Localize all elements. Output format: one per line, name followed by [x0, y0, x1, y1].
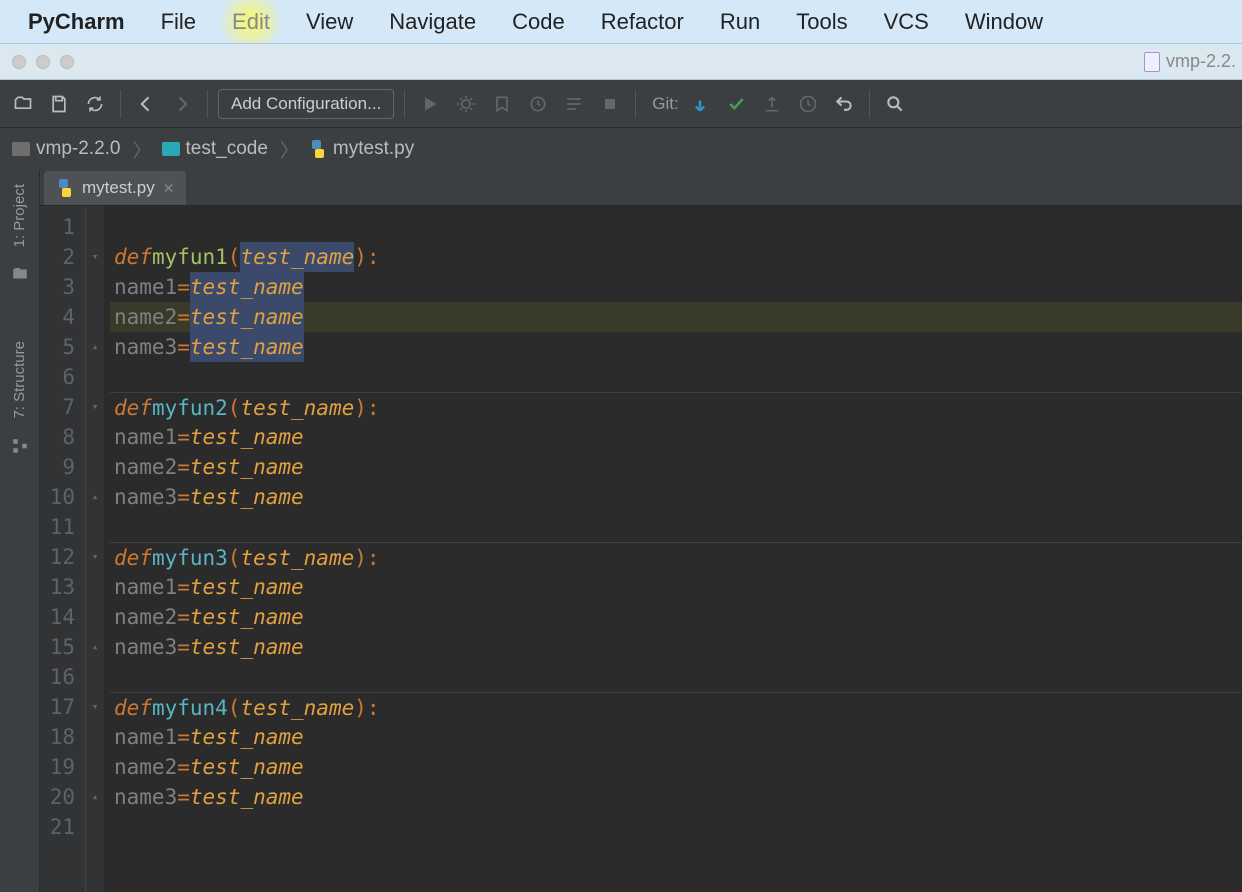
stop-icon[interactable] [595, 89, 625, 119]
back-icon[interactable] [131, 89, 161, 119]
profile-icon[interactable] [523, 89, 553, 119]
project-tool-tab[interactable]: 1: Project [7, 174, 32, 257]
maximize-window-button[interactable] [60, 55, 74, 69]
push-icon[interactable] [757, 89, 787, 119]
menu-item-run[interactable]: Run [702, 0, 778, 43]
menu-item-code[interactable]: Code [494, 0, 583, 43]
sync-icon[interactable] [80, 89, 110, 119]
window-title-text: vmp-2.2. [1166, 51, 1236, 72]
file-icon [1144, 52, 1160, 72]
breadcrumb-item[interactable]: test_code [158, 136, 305, 163]
breadcrumb-item[interactable]: mytest.py [305, 138, 432, 160]
menu-item-refactor[interactable]: Refactor [583, 0, 702, 43]
editor-tab-label: mytest.py [82, 178, 155, 198]
traffic-lights [12, 55, 74, 69]
git-label: Git: [652, 94, 678, 114]
window-title: vmp-2.2. [1144, 51, 1236, 72]
line-number-gutter: 123456789101112131415161718192021 [40, 206, 86, 892]
menu-item-edit[interactable]: Edit [214, 0, 288, 43]
app-name: PyCharm [10, 9, 143, 35]
breadcrumb: vmp-2.2.0 test_code mytest.py [0, 128, 1242, 170]
menu-item-vcs[interactable]: VCS [866, 0, 947, 43]
forward-icon[interactable] [167, 89, 197, 119]
python-icon [56, 179, 74, 197]
separator [120, 90, 121, 118]
folder-icon [162, 142, 180, 156]
code-editor[interactable]: 123456789101112131415161718192021 ▾▴▾▴▾▴… [40, 206, 1242, 892]
python-icon [309, 140, 327, 158]
close-window-button[interactable] [12, 55, 26, 69]
macos-menubar: PyCharm FileEditViewNavigateCodeRefactor… [0, 0, 1242, 44]
concurrency-icon[interactable] [559, 89, 589, 119]
save-icon[interactable] [44, 89, 74, 119]
editor-tabs: mytest.py ✕ [40, 170, 1242, 206]
menu-item-navigate[interactable]: Navigate [371, 0, 494, 43]
editor-area: mytest.py ✕ 1234567891011121314151617181… [40, 170, 1242, 892]
close-tab-icon[interactable]: ✕ [163, 180, 175, 197]
run-icon[interactable] [415, 89, 445, 119]
menu-item-tools[interactable]: Tools [778, 0, 865, 43]
search-icon[interactable] [880, 89, 910, 119]
add-configuration-button[interactable]: Add Configuration... [218, 89, 394, 119]
editor-tab-mytest[interactable]: mytest.py ✕ [44, 171, 186, 205]
menu-item-window[interactable]: Window [947, 0, 1061, 43]
separator [404, 90, 405, 118]
coverage-icon[interactable] [487, 89, 517, 119]
left-sidebar: 1: Project 7: Structure [0, 170, 40, 892]
menu-item-view[interactable]: View [288, 0, 371, 43]
structure-tool-tab[interactable]: 7: Structure [7, 331, 32, 429]
breadcrumb-label: vmp-2.2.0 [36, 138, 120, 160]
debug-icon[interactable] [451, 89, 481, 119]
breadcrumb-item[interactable]: vmp-2.2.0 [8, 136, 158, 163]
menu-item-file[interactable]: File [143, 0, 214, 43]
open-icon[interactable] [8, 89, 38, 119]
commit-icon[interactable] [721, 89, 751, 119]
breadcrumb-label: mytest.py [333, 138, 414, 160]
update-project-icon[interactable] [685, 89, 715, 119]
main-toolbar: Add Configuration... Git: [0, 80, 1242, 128]
separator [869, 90, 870, 118]
history-icon[interactable] [793, 89, 823, 119]
window-titlebar: vmp-2.2. [0, 44, 1242, 80]
code-content[interactable]: def myfun1(test_name): name1 = test_name… [104, 206, 1242, 892]
separator [635, 90, 636, 118]
breadcrumb-label: test_code [186, 138, 268, 160]
folder-icon[interactable] [11, 265, 29, 283]
fold-gutter: ▾▴▾▴▾▴▾▴ [86, 206, 104, 892]
structure-icon[interactable] [11, 437, 29, 455]
folder-icon [12, 142, 30, 156]
revert-icon[interactable] [829, 89, 859, 119]
minimize-window-button[interactable] [36, 55, 50, 69]
separator [207, 90, 208, 118]
